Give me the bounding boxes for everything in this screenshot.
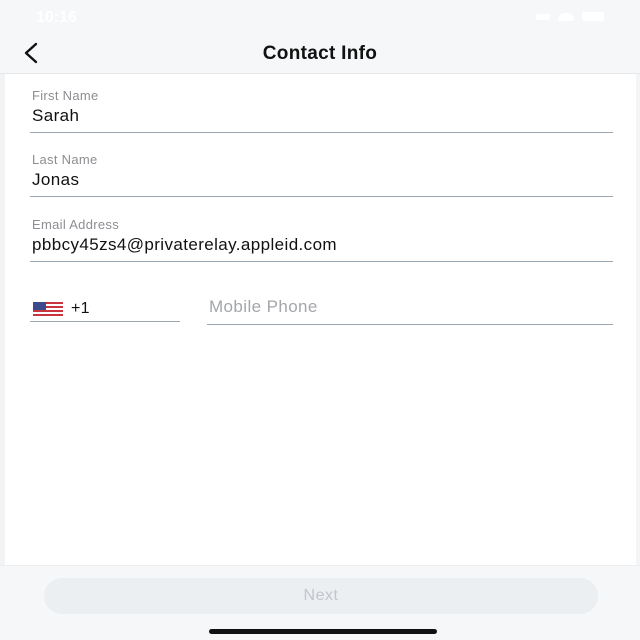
navigation-bar: Contact Info xyxy=(0,32,640,74)
us-flag-icon xyxy=(33,301,63,316)
last-name-field: Last Name xyxy=(30,152,613,197)
wifi-icon xyxy=(558,12,574,21)
first-name-input[interactable] xyxy=(30,103,613,133)
page-title: Contact Info xyxy=(262,43,378,64)
email-field: Email Address xyxy=(30,217,613,262)
country-code-selector[interactable]: +1 xyxy=(30,296,180,322)
next-button[interactable]: Next xyxy=(44,578,598,614)
status-bar: 10:16 xyxy=(0,0,640,32)
battery-icon xyxy=(582,12,604,21)
screen-edge-right xyxy=(636,0,640,640)
email-label: Email Address xyxy=(32,217,119,232)
signal-icon xyxy=(536,13,550,20)
home-indicator xyxy=(209,629,437,634)
country-code: +1 xyxy=(71,299,90,317)
last-name-label: Last Name xyxy=(32,152,98,167)
contact-info-screen: 10:16 Contact Info First Name Last Name … xyxy=(0,0,640,640)
first-name-field: First Name xyxy=(30,88,613,133)
status-icons xyxy=(536,12,604,21)
first-name-label: First Name xyxy=(32,88,99,103)
screen-edge-left xyxy=(0,0,5,640)
last-name-input[interactable] xyxy=(30,167,613,197)
status-time: 10:16 xyxy=(36,9,77,26)
email-input[interactable] xyxy=(30,232,613,262)
mobile-phone-input[interactable] xyxy=(207,294,613,325)
